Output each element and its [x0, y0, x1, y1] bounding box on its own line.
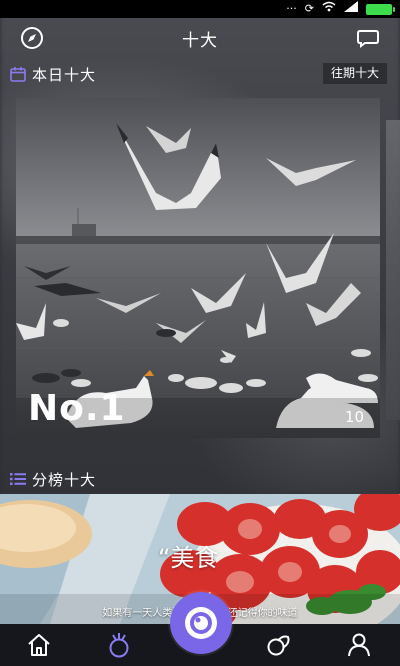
- tab-discover[interactable]: [263, 630, 295, 660]
- compass-button[interactable]: [18, 24, 46, 52]
- discover-icon: [267, 635, 290, 656]
- tab-ring[interactable]: [103, 630, 135, 660]
- tab-home[interactable]: [23, 630, 55, 660]
- next-card-peek[interactable]: [386, 120, 400, 420]
- top-one-photo-card[interactable]: No.1 10: [16, 98, 380, 438]
- home-icon: [28, 634, 50, 656]
- tab-profile[interactable]: [343, 630, 375, 660]
- top-nav: 十大: [0, 18, 400, 58]
- status-bar: ··· ⟳: [0, 0, 400, 18]
- list-icon: [10, 473, 26, 485]
- dots-icon: ···: [286, 2, 297, 15]
- rank-label: No.1: [28, 388, 126, 429]
- sync-icon: ⟳: [304, 2, 314, 15]
- camera-lens-icon: [185, 607, 217, 639]
- camera-button[interactable]: [170, 592, 232, 654]
- ring-icon: [109, 633, 129, 658]
- seagull-lake-photo: [16, 98, 380, 438]
- today-label: 本日十大: [32, 65, 97, 84]
- signal-icon: [344, 0, 358, 18]
- today-section-header: 本日十大 往期十大: [0, 60, 400, 88]
- food-title: “美食: [158, 544, 219, 572]
- message-button[interactable]: [354, 24, 382, 52]
- past-top-ten-button[interactable]: 往期十大: [321, 62, 388, 85]
- chat-bubble-icon: [357, 30, 379, 48]
- category-label: 分榜十大: [32, 470, 97, 489]
- calendar-icon: [10, 67, 26, 82]
- profile-icon: [348, 633, 370, 657]
- compass-icon: [21, 27, 43, 49]
- photo-count: 10: [344, 408, 364, 426]
- page-title: 十大: [182, 30, 218, 51]
- battery-icon: [366, 3, 395, 15]
- category-section-header: 分榜十大: [0, 465, 400, 493]
- wifi-icon: [322, 0, 336, 18]
